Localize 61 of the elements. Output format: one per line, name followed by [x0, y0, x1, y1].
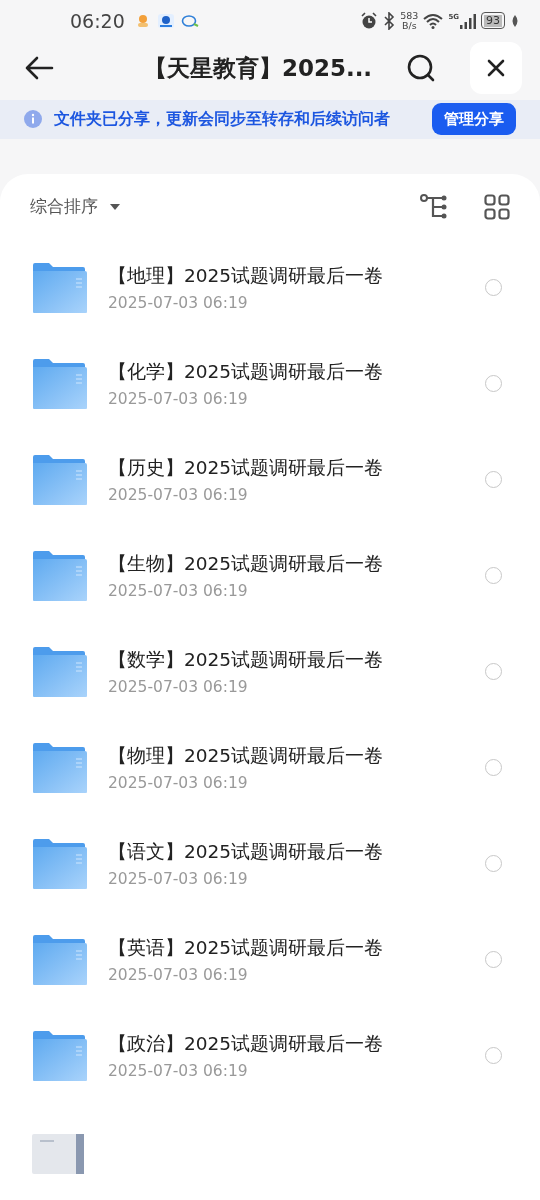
- signal-icon: [460, 12, 476, 29]
- close-icon: [487, 59, 505, 78]
- folder-icon: [32, 1030, 88, 1082]
- folder-row[interactable]: 【历史】2025试题调研最后一卷 2025-07-03 06:19: [0, 432, 540, 528]
- folder-icon: [32, 838, 88, 890]
- folder-row[interactable]: 【生物】2025试题调研最后一卷 2025-07-03 06:19: [0, 528, 540, 624]
- modified-date: 2025-07-03 06:19: [108, 390, 249, 409]
- close-button[interactable]: [470, 42, 522, 95]
- search-button[interactable]: [406, 53, 436, 84]
- chat-bubble-icon: [180, 12, 199, 29]
- folder-row[interactable]: 【地理】2025试题调研最后一卷 2025-07-03 06:19: [0, 240, 540, 336]
- battery-indicator: 93: [481, 12, 505, 30]
- sort-dropdown[interactable]: 综合排序: [30, 195, 120, 219]
- document-thumbnail-icon: [32, 1134, 84, 1174]
- dropdown-caret-icon: [110, 204, 120, 210]
- clock-time: 06:20: [70, 9, 125, 32]
- modified-date: 2025-07-03 06:19: [108, 678, 249, 697]
- folder-icon: [32, 454, 88, 506]
- network-speed-unit: B/s: [401, 20, 417, 31]
- modified-date: 2025-07-03 06:19: [108, 486, 249, 505]
- folder-name: 【政治】2025试题调研最后一卷: [108, 1032, 385, 1057]
- grid-view-icon[interactable]: [484, 194, 510, 220]
- info-icon: [24, 110, 42, 129]
- folder-name: 【化学】2025试题调研最后一卷: [108, 360, 385, 385]
- folder-name: 【数学】2025试题调研最后一卷: [108, 648, 385, 673]
- folder-name: 【英语】2025试题调研最后一卷: [108, 936, 385, 961]
- folder-name: 【生物】2025试题调研最后一卷: [108, 552, 385, 577]
- share-message: 文件夹已分享，更新会同步至转存和后续访问者: [54, 108, 391, 130]
- folder-row[interactable]: 【物理】2025试题调研最后一卷 2025-07-03 06:19: [0, 720, 540, 816]
- back-arrow-icon: [24, 56, 54, 81]
- modified-date: 2025-07-03 06:19: [108, 294, 249, 313]
- folder-row[interactable]: 【化学】2025试题调研最后一卷 2025-07-03 06:19: [0, 336, 540, 432]
- back-button[interactable]: [24, 56, 54, 81]
- folder-row[interactable]: 【政治】2025试题调研最后一卷 2025-07-03 06:19: [0, 1008, 540, 1104]
- page-title: 【天星教育】2025...: [142, 53, 374, 83]
- folder-row[interactable]: 【数学】2025试题调研最后一卷 2025-07-03 06:19: [0, 624, 540, 720]
- folder-icon: [32, 358, 88, 410]
- alarm-icon: [360, 11, 379, 30]
- folder-name: 【地理】2025试题调研最后一卷: [108, 264, 385, 289]
- app-notification-icon: [156, 12, 175, 29]
- modified-date: 2025-07-03 06:19: [108, 966, 249, 985]
- folder-icon: [32, 550, 88, 602]
- manage-share-button[interactable]: 管理分享: [432, 103, 516, 136]
- modified-date: 2025-07-03 06:19: [108, 774, 249, 793]
- search-icon: [406, 53, 436, 84]
- folder-icon: [32, 934, 88, 986]
- bluetooth-icon: [383, 11, 396, 30]
- folder-icon: [32, 742, 88, 794]
- folder-name: 【物理】2025试题调研最后一卷: [108, 744, 385, 769]
- modified-date: 2025-07-03 06:19: [108, 870, 249, 889]
- folder-name: 【语文】2025试题调研最后一卷: [108, 840, 385, 865]
- wifi-icon: [423, 12, 444, 29]
- modified-date: 2025-07-03 06:19: [108, 582, 249, 601]
- folder-name: 【历史】2025试题调研最后一卷: [108, 456, 385, 481]
- folder-row[interactable]: 【语文】2025试题调研最后一卷 2025-07-03 06:19: [0, 816, 540, 912]
- folder-row[interactable]: 【英语】2025试题调研最后一卷 2025-07-03 06:19: [0, 912, 540, 1008]
- modified-date: 2025-07-03 06:19: [108, 1062, 249, 1081]
- folder-icon: [32, 646, 88, 698]
- folder-icon: [32, 262, 88, 314]
- network-speed: 583: [400, 10, 419, 21]
- leaf-icon: [510, 13, 520, 28]
